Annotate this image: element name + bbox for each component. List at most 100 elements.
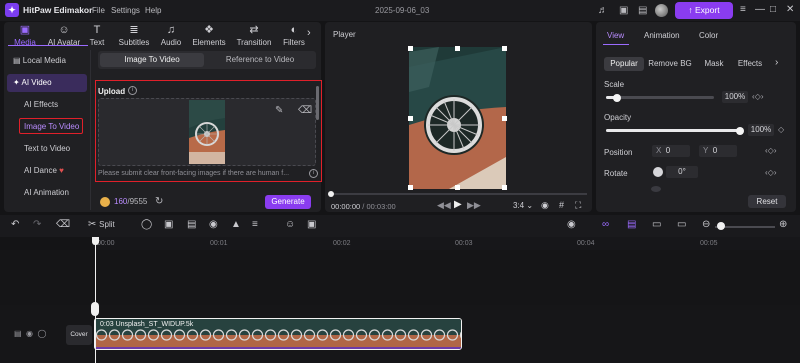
resize-handle[interactable]	[408, 185, 413, 190]
video-preview[interactable]	[409, 47, 506, 189]
zoom-in-icon[interactable]: ⊕	[779, 219, 787, 231]
avatar[interactable]	[655, 4, 668, 17]
subtab-mask[interactable]: Mask	[700, 57, 728, 71]
rotate-dial[interactable]	[653, 167, 663, 177]
scale-knob[interactable]	[612, 94, 621, 102]
mic-icon[interactable]: ◉	[567, 219, 576, 231]
track-icons[interactable]: ▤ ◉ ◯	[14, 329, 46, 338]
opacity-knob[interactable]	[736, 127, 744, 135]
progress-track[interactable]	[331, 193, 587, 195]
playhead[interactable]	[95, 237, 96, 363]
timeline-ruler[interactable]	[94, 237, 800, 250]
tab-transition[interactable]: ⇄ Transition	[231, 24, 277, 47]
prev-frame-icon[interactable]: ◀◀	[437, 200, 451, 211]
speed-icon[interactable]: ◉	[209, 219, 218, 231]
panel-scrollbar[interactable]	[316, 86, 319, 120]
shield-icon[interactable]: ◯	[141, 219, 152, 231]
tab-view[interactable]: View	[607, 31, 624, 40]
tab-color[interactable]: Color	[699, 31, 718, 40]
magnet-icon[interactable]: ▤	[627, 219, 636, 231]
aspect-ratio[interactable]: 3:4 ⌄	[513, 201, 533, 210]
maximize-icon[interactable]: □	[770, 4, 776, 15]
export-frame-icon[interactable]: ▣	[307, 219, 316, 231]
cover-button[interactable]: Cover	[66, 325, 92, 345]
sidebar-item-local-media[interactable]: ▤ Local Media	[7, 52, 87, 70]
delete-icon[interactable]: ⌫	[56, 219, 70, 231]
zoom-out-icon[interactable]: ⊖	[702, 219, 710, 231]
subtab-popular[interactable]: Popular	[604, 57, 644, 71]
play-icon[interactable]: ▶	[454, 199, 462, 210]
subtab-remove-bg[interactable]: Remove BG	[647, 57, 693, 71]
menu-settings[interactable]: Settings	[111, 6, 140, 15]
tab-elements[interactable]: ❖ Elements	[187, 24, 231, 47]
opacity-value[interactable]: 100%	[748, 124, 774, 136]
refresh-icon[interactable]: ↻	[155, 196, 163, 207]
minimize-icon[interactable]: —	[755, 4, 765, 15]
playhead-handle[interactable]	[92, 237, 99, 245]
scale-slider[interactable]	[606, 96, 714, 99]
sidebar-item-ai-effects[interactable]: AI Effects	[24, 100, 58, 109]
adjust-icon[interactable]: ≡	[252, 219, 258, 231]
scale-value[interactable]: 100%	[722, 91, 748, 103]
export-button[interactable]: ↑ Export	[675, 2, 733, 19]
resize-handle[interactable]	[455, 185, 460, 190]
menu-icon[interactable]: ≡	[740, 4, 746, 15]
fit-icon[interactable]: ▭	[677, 219, 686, 231]
keyframe-nav[interactable]: ‹◇›	[765, 168, 776, 177]
zoom-knob[interactable]	[717, 222, 725, 230]
tab-reference-to-video[interactable]: Reference to Video	[206, 53, 314, 67]
tab-subtitles[interactable]: ≣ Subtitles	[113, 24, 155, 47]
subtab-effects[interactable]: Effects	[734, 57, 766, 71]
sidebar-item-ai-animation[interactable]: AI Animation	[24, 188, 69, 197]
sidebar-item-text-to-video[interactable]: Text to Video	[24, 144, 70, 153]
edit-icon[interactable]: ✎	[275, 105, 283, 116]
link-icon[interactable]: ∞	[602, 219, 609, 231]
chat-icon[interactable]: ▣	[619, 5, 628, 16]
position-x-field[interactable]: X 0	[652, 145, 690, 157]
resize-handle[interactable]	[408, 116, 413, 121]
flip-icon[interactable]	[651, 186, 661, 192]
keyframe-icon[interactable]: ◇	[778, 125, 784, 134]
tab-text[interactable]: T Text	[78, 24, 116, 47]
tab-image-to-video[interactable]: Image To Video	[100, 53, 204, 67]
undo-icon[interactable]: ↶	[11, 219, 19, 231]
keyframe-nav[interactable]: ‹◇›	[765, 146, 776, 155]
snap-icon[interactable]: ▭	[652, 219, 661, 231]
text-tool-icon[interactable]: ▣	[164, 219, 173, 231]
face-icon[interactable]: ☺	[285, 219, 295, 231]
generate-button[interactable]: Generate	[265, 195, 311, 209]
rotate-value[interactable]: 0°	[666, 166, 698, 178]
menu-help[interactable]: Help	[145, 6, 161, 15]
menu-file[interactable]: File	[92, 6, 105, 15]
resize-handle[interactable]	[455, 46, 460, 51]
camera-icon[interactable]: ◉	[541, 200, 549, 211]
chevron-right-icon[interactable]: ›	[307, 27, 311, 39]
sidebar-item-ai-video[interactable]: ✦ AI Video	[7, 74, 87, 92]
mirror-icon[interactable]: ▲	[231, 219, 241, 231]
close-icon[interactable]: ✕	[786, 4, 794, 15]
grid-icon[interactable]: #	[559, 200, 564, 210]
sidebar-item-ai-dance[interactable]: AI Dance ♥	[24, 166, 64, 175]
progress-knob[interactable]	[328, 191, 334, 197]
split-button[interactable]: ✂ Split	[88, 219, 115, 231]
scissor-marker[interactable]	[91, 302, 99, 316]
crop-icon[interactable]: ▤	[187, 219, 196, 231]
tab-audio[interactable]: ♫ Audio	[150, 24, 192, 47]
resize-handle[interactable]	[408, 46, 413, 51]
empty-track-area[interactable]	[0, 250, 800, 305]
resize-handle[interactable]	[502, 116, 507, 121]
resize-handle[interactable]	[502, 46, 507, 51]
redo-icon[interactable]: ↷	[33, 219, 41, 231]
sidebar-item-image-to-video[interactable]: Image To Video	[24, 122, 79, 131]
next-frame-icon[interactable]: ▶▶	[467, 200, 481, 211]
tab-animation[interactable]: Animation	[644, 31, 680, 40]
chevron-right-icon[interactable]: ›	[775, 57, 778, 68]
gift-icon[interactable]: ▤	[638, 5, 647, 16]
keyframe-nav[interactable]: ‹◇›	[752, 92, 763, 101]
info-icon[interactable]: i	[128, 86, 137, 95]
bell-icon[interactable]: ♬	[598, 5, 608, 16]
position-y-field[interactable]: Y 0	[699, 145, 737, 157]
resize-handle[interactable]	[502, 185, 507, 190]
reset-button[interactable]: Reset	[748, 195, 786, 208]
trash-icon[interactable]: ⌫	[298, 105, 312, 116]
